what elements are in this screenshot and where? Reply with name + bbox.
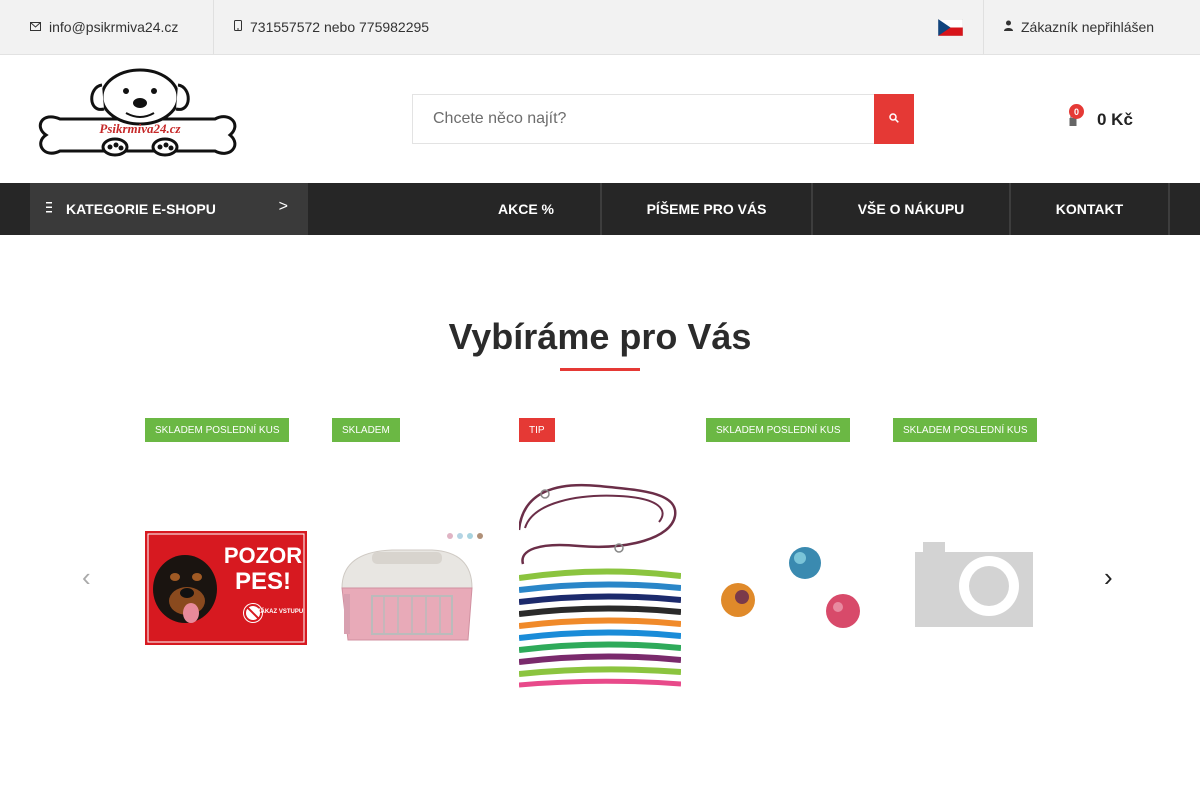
title-underline bbox=[560, 368, 640, 371]
logo-text: Psikrmiva24.cz bbox=[99, 121, 181, 136]
pozor-pes-sign-image[interactable]: POZOR PES! ZÁKAZ VSTUPU! bbox=[145, 531, 307, 645]
product-card[interactable]: SKLADEM bbox=[332, 418, 494, 708]
main-navigation: KATEGORIE E-SHOPU > AKCE % PÍŠEME PRO VÁ… bbox=[0, 183, 1200, 235]
user-status-text[interactable]: Zákazník nepřihlášen bbox=[1021, 19, 1154, 35]
site-logo[interactable]: Psikrmiva24.cz bbox=[30, 67, 245, 167]
stock-badge: SKLADEM POSLEDNÍ KUS bbox=[893, 418, 1038, 442]
product-card[interactable]: SKLADEM POSLEDNÍ KUS bbox=[706, 418, 868, 708]
email-text[interactable]: info@psikrmiva24.cz bbox=[49, 19, 178, 35]
stock-badge: SKLADEM POSLEDNÍ KUS bbox=[706, 418, 851, 442]
phone-icon bbox=[234, 20, 242, 34]
chevron-right-icon: > bbox=[278, 198, 288, 215]
stock-badge: SKLADEM POSLEDNÍ KUS bbox=[145, 418, 290, 442]
language-selector[interactable] bbox=[938, 0, 984, 54]
svg-text:PES!: PES! bbox=[235, 568, 291, 595]
czech-flag-icon[interactable] bbox=[938, 19, 963, 36]
stock-badge: SKLADEM bbox=[332, 418, 400, 442]
email-contact[interactable]: info@psikrmiva24.cz bbox=[0, 0, 214, 54]
product-card[interactable]: SKLADEM POSLEDNÍ KUS bbox=[893, 418, 1055, 708]
svg-text:ZÁKAZ VSTUPU!: ZÁKAZ VSTUPU! bbox=[257, 608, 305, 615]
cart-count-badge: 0 bbox=[1069, 104, 1084, 119]
user-login-status[interactable]: Zákazník nepřihlášen bbox=[984, 0, 1200, 54]
nav-item-piseme-pro-vas[interactable]: PÍŠEME PRO VÁS bbox=[602, 183, 813, 235]
carousel-next-button[interactable]: › bbox=[1104, 562, 1113, 593]
nav-item-vse-o-nakupu[interactable]: VŠE O NÁKUPU bbox=[813, 183, 1011, 235]
envelope-icon bbox=[30, 20, 41, 34]
svg-text:POZOR: POZOR bbox=[224, 543, 302, 568]
search-icon bbox=[889, 110, 899, 128]
phone-contact[interactable]: 731557572 nebo 775982295 bbox=[214, 0, 514, 54]
phone-text[interactable]: 731557572 nebo 775982295 bbox=[250, 19, 429, 35]
rubber-balls-image[interactable] bbox=[706, 543, 868, 633]
camera-placeholder-icon[interactable] bbox=[893, 542, 1055, 632]
cart-total: 0 Kč bbox=[1097, 110, 1133, 129]
rope-leashes-image[interactable] bbox=[517, 480, 682, 690]
categories-label: KATEGORIE E-SHOPU bbox=[66, 201, 216, 217]
nav-item-akce[interactable]: AKCE % bbox=[452, 183, 602, 235]
product-card[interactable]: SKLADEM POSLEDNÍ KUS POZOR PES! ZÁKAZ VS… bbox=[145, 418, 307, 708]
carousel-prev-button[interactable]: ‹ bbox=[82, 562, 91, 593]
pet-carrier-image[interactable] bbox=[332, 528, 494, 653]
search-input[interactable] bbox=[412, 94, 874, 144]
product-card[interactable]: TIP bbox=[517, 418, 682, 708]
cart-button[interactable]: 0 0 Kč bbox=[1066, 103, 1176, 137]
menu-icon bbox=[46, 200, 52, 218]
tip-badge: TIP bbox=[519, 418, 555, 442]
search-bar bbox=[412, 94, 914, 144]
categories-menu-button[interactable]: KATEGORIE E-SHOPU > bbox=[30, 183, 308, 235]
site-header: Psikrmiva24.cz 0 0 Kč bbox=[0, 55, 1200, 183]
search-button[interactable] bbox=[874, 94, 914, 144]
nav-item-kontakt[interactable]: KONTAKT bbox=[1011, 183, 1170, 235]
user-icon bbox=[1004, 20, 1013, 34]
section-title: Vybíráme pro Vás bbox=[448, 316, 752, 357]
top-bar: info@psikrmiva24.cz 731557572 nebo 77598… bbox=[0, 0, 1200, 55]
